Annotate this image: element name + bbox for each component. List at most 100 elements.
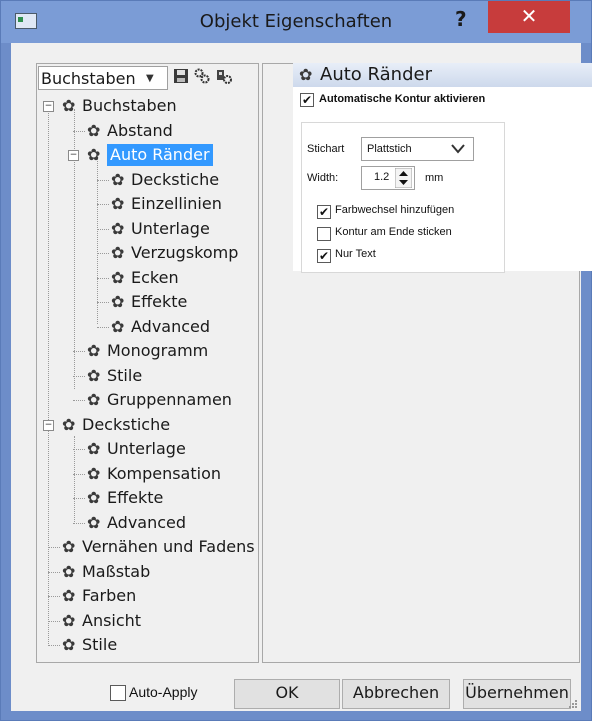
option-label: Nur Text xyxy=(335,248,376,260)
tree-item-label: Vernähen und Fadens xyxy=(82,537,255,556)
auto-contour-label: Automatische Kontur aktivieren xyxy=(319,93,486,105)
tree-item-label: Verzugskomp xyxy=(131,243,239,262)
tree-item[interactable]: ✿ Stile xyxy=(37,365,257,387)
tree-item[interactable]: ✿ Advanced xyxy=(37,512,257,534)
tree-item[interactable]: ✿ Advanced xyxy=(37,316,257,338)
apply-button[interactable]: Übernehmen xyxy=(463,679,571,709)
gear-icon: ✿ xyxy=(62,414,76,434)
tree-line xyxy=(73,522,85,524)
gear-icon: ✿ xyxy=(87,512,101,532)
tree-item-label: Unterlage xyxy=(107,439,186,458)
tree-line xyxy=(97,326,109,328)
tree-line xyxy=(73,130,85,132)
tree-item[interactable]: − ✿ Deckstiche xyxy=(37,414,257,436)
tree-item[interactable]: ✿ Unterlage xyxy=(37,218,257,240)
gear-icon: ✿ xyxy=(87,341,101,360)
tree-item[interactable]: ✿ Verzugskomp xyxy=(37,242,257,264)
tree-item[interactable]: ✿ Farben xyxy=(37,585,257,607)
tree-expander-icon[interactable]: − xyxy=(43,419,54,431)
properties-title: Auto Ränder xyxy=(320,64,432,85)
gear-icon: ✿ xyxy=(111,218,125,238)
tree-item[interactable]: ✿ Effekte xyxy=(37,291,257,313)
tree-item[interactable]: − ✿ Buchstaben xyxy=(37,95,257,117)
stitch-type-select[interactable]: Plattstich xyxy=(361,137,474,161)
tree-item[interactable]: ✿ Gruppennamen xyxy=(37,389,257,411)
title-bar[interactable]: Objekt Eigenschaften ? ✕ xyxy=(1,1,591,43)
tree-item-label: Advanced xyxy=(107,512,187,532)
option-label: Kontur am Ende sticken xyxy=(335,226,452,238)
close-button[interactable]: ✕ xyxy=(488,1,570,33)
tree-item[interactable]: − ✿ Auto Ränder xyxy=(37,144,257,166)
tree-item[interactable]: ✿ Ecken xyxy=(37,267,257,289)
option-checkbox[interactable] xyxy=(317,227,331,241)
gear-icon: ✿ xyxy=(299,65,313,84)
ok-button[interactable]: OK xyxy=(234,679,340,709)
width-stepper[interactable]: 1.2 xyxy=(361,166,415,190)
tree-item-label: Stile xyxy=(107,365,143,385)
category-dropdown[interactable]: Buchstaben ▼ xyxy=(38,66,168,90)
gear-icon: ✿ xyxy=(111,194,125,213)
tree-line xyxy=(73,473,85,475)
auto-contour-checkbox[interactable]: ✔ xyxy=(300,93,314,107)
resize-grip-icon[interactable] xyxy=(568,699,578,709)
tree-item[interactable]: ✿ Stile xyxy=(37,634,257,656)
tree-line xyxy=(48,571,60,573)
dialog-window: Objekt Eigenschaften ? ✕ Buchstaben ▼ − … xyxy=(0,0,592,721)
tree-item-label: Einzellinien xyxy=(131,194,222,213)
contour-options-group: Stichart Plattstich Width: 1.2 mm ✔ Farbw… xyxy=(301,122,505,273)
gear-icon: ✿ xyxy=(87,145,101,164)
dropdown-arrow-icon xyxy=(451,144,465,154)
tree-line xyxy=(48,547,60,548)
help-icon[interactable]: ? xyxy=(455,7,467,31)
tree-item[interactable]: ✿ Monogramm xyxy=(37,340,257,362)
tree-panel: Buchstaben ▼ − ✿ Buchstaben ✿ Abstand − … xyxy=(36,63,259,663)
tree-item-label: Maßstab xyxy=(82,561,151,581)
gear-icon: ✿ xyxy=(62,586,76,605)
gear-icon: ✿ xyxy=(87,365,101,385)
tree-item[interactable]: ✿ Ansicht xyxy=(37,610,257,632)
checkmark-icon: ✔ xyxy=(318,249,330,263)
tree-item-label: Ecken xyxy=(131,267,179,287)
tree-item-label: Monogramm xyxy=(107,341,209,360)
cancel-button[interactable]: Abbrechen xyxy=(342,679,450,709)
tree-line xyxy=(48,645,60,646)
tree-expander-icon[interactable]: − xyxy=(68,150,79,161)
category-dropdown-value: Buchstaben xyxy=(41,69,136,88)
tree-item[interactable]: ✿ Kompensation xyxy=(37,463,257,485)
gear-icon: ✿ xyxy=(62,561,76,581)
tree-settings-icon[interactable] xyxy=(216,68,232,84)
tree-item-label: Effekte xyxy=(131,292,188,311)
save-icon[interactable] xyxy=(173,68,189,84)
checkmark-icon: ✔ xyxy=(318,205,330,219)
tree-item[interactable]: ✿ Maßstab xyxy=(37,561,257,583)
tree-item[interactable]: ✿ Effekte xyxy=(37,487,257,509)
tree-line xyxy=(73,375,85,377)
gear-icon: ✿ xyxy=(87,120,101,140)
auto-apply-checkbox[interactable] xyxy=(110,685,126,701)
width-unit: mm xyxy=(425,172,444,184)
tree-line xyxy=(48,596,60,597)
tree-item[interactable]: ✿ Unterlage xyxy=(37,438,257,460)
gear-icon: ✿ xyxy=(87,463,101,483)
option-checkbox[interactable]: ✔ xyxy=(317,205,331,219)
spin-up-icon[interactable] xyxy=(395,168,412,188)
tree-item-label: Advanced xyxy=(131,316,211,336)
gear-icon: ✿ xyxy=(62,537,76,556)
tree-expander-icon[interactable]: − xyxy=(43,101,54,112)
tree-line xyxy=(97,204,109,205)
auto-apply-label: Auto-Apply xyxy=(129,684,198,700)
gear-group-icon[interactable] xyxy=(194,68,210,84)
tree-item[interactable]: ✿ Deckstiche xyxy=(37,169,257,191)
tree-item[interactable]: ✿ Einzellinien xyxy=(37,193,257,215)
option-label: Farbwechsel hinzufügen xyxy=(335,204,455,216)
tree-item[interactable]: ✿ Abstand xyxy=(37,120,257,142)
option-checkbox[interactable]: ✔ xyxy=(317,249,331,263)
tree-item-label: Auto Ränder xyxy=(107,144,213,166)
width-value: 1.2 xyxy=(374,171,390,183)
properties-header: ✿ Auto Ränder xyxy=(293,63,592,87)
tree-item-label: Buchstaben xyxy=(82,96,177,115)
tree-item-label: Effekte xyxy=(107,488,164,507)
tree-item-label: Ansicht xyxy=(82,610,142,630)
gear-icon: ✿ xyxy=(111,292,125,311)
tree-item[interactable]: ✿ Vernähen und Fadens xyxy=(37,536,257,558)
